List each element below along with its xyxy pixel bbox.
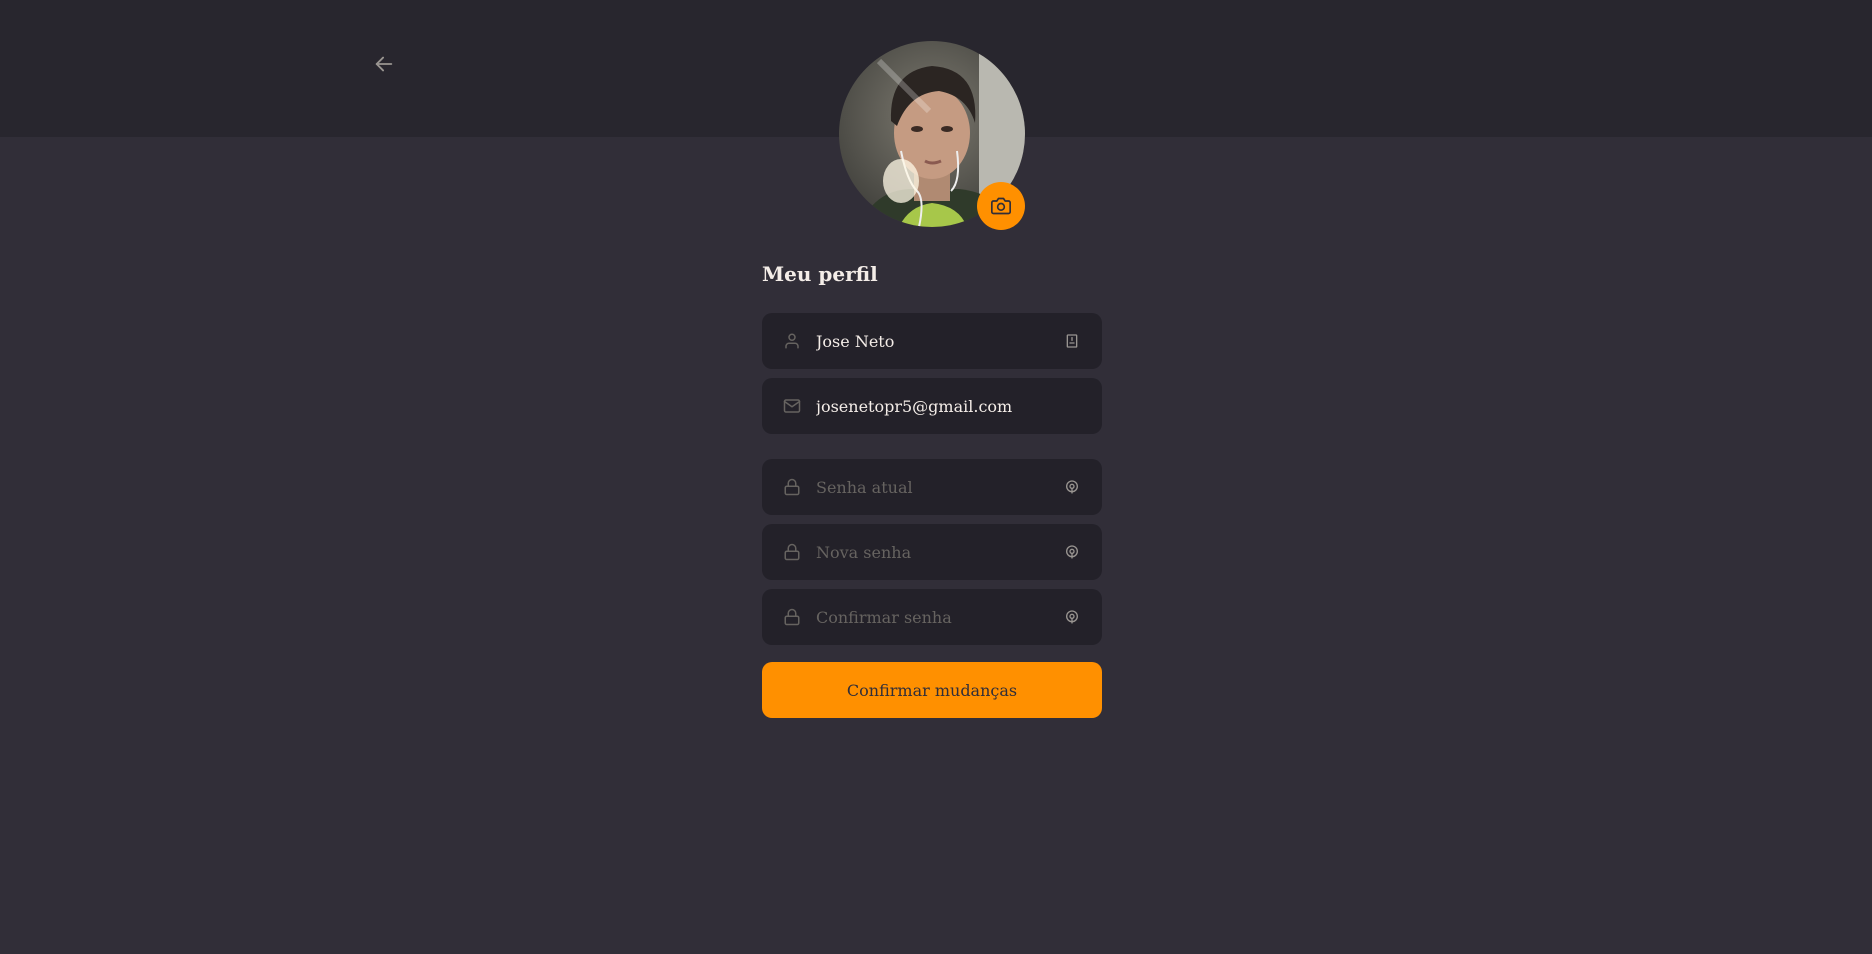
lock-icon (782, 607, 802, 627)
arrow-left-icon (375, 56, 393, 72)
change-avatar-button[interactable] (977, 182, 1025, 230)
old-password-field[interactable] (762, 459, 1102, 515)
old-password-input[interactable] (816, 477, 1062, 497)
lock-icon (782, 542, 802, 562)
mail-icon (782, 396, 802, 416)
name-field[interactable] (762, 313, 1102, 369)
id-card-icon (1062, 331, 1082, 351)
page-title: Meu perfil (762, 262, 878, 286)
camera-icon (991, 197, 1011, 215)
confirm-password-input[interactable] (816, 607, 1062, 627)
back-button[interactable] (370, 50, 398, 78)
new-password-field[interactable] (762, 524, 1102, 580)
confirm-changes-button[interactable]: Confirmar mudanças (762, 662, 1102, 718)
user-icon (782, 331, 802, 351)
email-field[interactable] (762, 378, 1102, 434)
confirm-password-field[interactable] (762, 589, 1102, 645)
email-input[interactable] (816, 396, 1082, 416)
eye-icon[interactable] (1062, 477, 1082, 497)
eye-icon[interactable] (1062, 607, 1082, 627)
avatar-container (839, 41, 1025, 230)
new-password-input[interactable] (816, 542, 1062, 562)
name-input[interactable] (816, 331, 1062, 351)
eye-icon[interactable] (1062, 542, 1082, 562)
lock-icon (782, 477, 802, 497)
